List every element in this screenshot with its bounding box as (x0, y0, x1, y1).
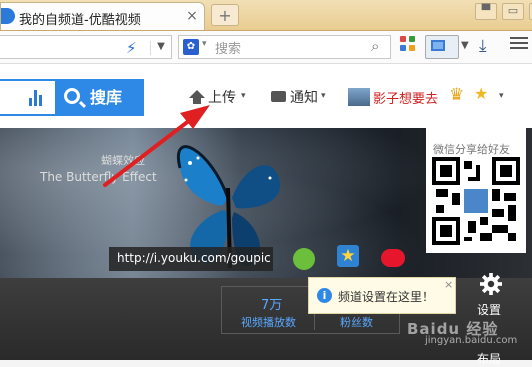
site-header: 搜库 上传 ▾ 通知 ▾ 影子想要去 ♛ ★ ▾ (0, 64, 532, 129)
search-library-button[interactable]: 搜库 (56, 79, 144, 116)
fans-label[interactable]: 粉丝数 (340, 314, 373, 330)
search-placeholder: 搜索 (215, 42, 242, 57)
screenshot-dropdown-icon[interactable]: ▼ (461, 40, 469, 51)
star-icon[interactable]: ★ (474, 84, 488, 103)
qzone-icon[interactable]: ★ (337, 245, 359, 267)
new-tab-button[interactable]: + (211, 4, 239, 26)
views-label[interactable]: 视频播放数 (241, 314, 296, 330)
banner-title-en: The Butterfly Effect (40, 170, 157, 184)
gear-icon[interactable] (480, 273, 502, 295)
menu-icon[interactable] (510, 36, 528, 50)
banner-title-cn: 蝴蝶效应 (101, 154, 145, 167)
search-icon[interactable]: ⌕ (371, 37, 379, 55)
site-search-input[interactable] (0, 79, 57, 116)
screenshot-button[interactable] (425, 35, 459, 59)
browser-search-box[interactable]: ✿ ▾ 搜索 ⌕ (178, 35, 391, 59)
tab-active[interactable]: 我的自频道-优酷视频 × (0, 2, 205, 30)
notice-menu[interactable]: 通知 (290, 87, 318, 107)
qr-code-image (432, 157, 520, 245)
info-icon: i (317, 288, 332, 303)
mail-icon[interactable] (271, 91, 286, 102)
watermark-url: jingyan.baidu.com (425, 335, 518, 346)
user-name[interactable]: 影子想要去 (373, 88, 438, 107)
youku-favicon-icon (1, 8, 15, 24)
avatar[interactable] (348, 88, 370, 106)
views-count: 7万 (261, 298, 283, 313)
channel-url[interactable]: http://i.youku.com/goupic (117, 251, 271, 265)
settings-button[interactable]: 设置 (477, 301, 501, 318)
apps-icon[interactable] (400, 36, 416, 52)
upload-icon-stem (193, 98, 201, 104)
upload-menu[interactable]: 上传 (208, 87, 236, 107)
channel-url-box[interactable]: http://i.youku.com/goupic (109, 247, 273, 271)
chevron-down-icon[interactable]: ▾ (499, 91, 504, 101)
bolt-icon[interactable]: ⚡ (126, 39, 137, 57)
close-icon[interactable]: × (444, 278, 453, 291)
engine-caret-icon[interactable]: ▾ (202, 39, 207, 49)
tab-title: 我的自频道-优酷视频 (19, 13, 141, 28)
tooltip-text: 频道设置在这里！ (338, 290, 435, 304)
screenshot-icon (431, 40, 445, 51)
paw-icon[interactable]: ✿ (183, 39, 199, 55)
skin-icon[interactable]: ▀ (475, 3, 497, 20)
channel-banner: 蝴蝶效应 The Butterfly Effect http://i.youku… (0, 128, 532, 278)
weibo-icon[interactable] (381, 249, 405, 267)
search-icon (64, 88, 80, 104)
chart-icon[interactable] (29, 90, 45, 106)
minimize-icon[interactable]: ▭ (502, 3, 524, 20)
settings-tooltip: i 频道设置在这里！ × (308, 277, 456, 314)
download-icon[interactable]: ⤓ (479, 36, 487, 56)
tab-strip: 我的自频道-优酷视频 × + ▀ ▭ (0, 0, 532, 31)
address-dropdown-icon[interactable]: ▼ (150, 41, 171, 55)
qr-share-panel: 微信分享给好友 (426, 128, 526, 253)
chevron-down-icon[interactable]: ▾ (241, 91, 246, 101)
crown-icon[interactable]: ♛ (449, 85, 464, 105)
wechat-icon[interactable] (293, 248, 315, 270)
chevron-down-icon[interactable]: ▾ (321, 91, 326, 101)
upload-icon[interactable] (189, 90, 205, 98)
layout-button[interactable]: 布局 (477, 350, 501, 367)
qr-title: 微信分享给好友 (433, 143, 510, 156)
address-field[interactable]: ⚡ ▼ (0, 35, 172, 59)
tab-close-icon[interactable]: × (184, 8, 200, 24)
